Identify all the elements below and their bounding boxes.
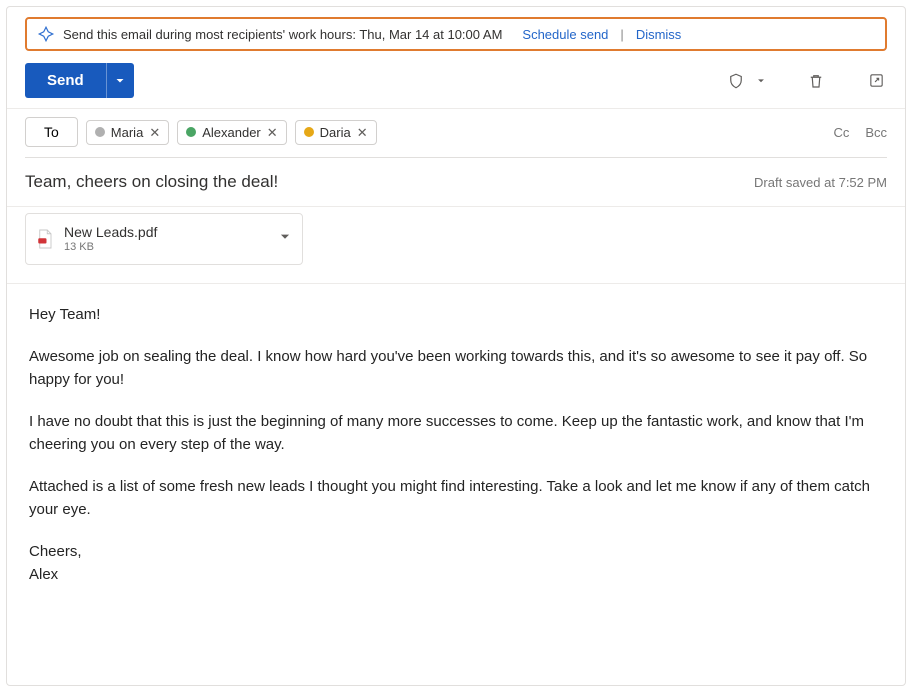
recipient-chip[interactable]: Daria ✕ (295, 120, 377, 145)
send-button[interactable]: Send (25, 63, 106, 98)
banner-text: Send this email during most recipients' … (63, 27, 502, 42)
recipient-name: Daria (320, 125, 351, 140)
bcc-button[interactable]: Bcc (865, 125, 887, 140)
body-greeting: Hey Team! (29, 304, 887, 327)
remove-recipient-icon[interactable]: ✕ (149, 126, 160, 139)
recipient-chip[interactable]: Alexander ✕ (177, 120, 286, 145)
recipient-chip[interactable]: Maria ✕ (86, 120, 169, 145)
remove-recipient-icon[interactable]: ✕ (267, 126, 278, 139)
separator: | (620, 27, 623, 42)
subject-input[interactable]: Team, cheers on closing the deal! (25, 172, 278, 192)
message-body[interactable]: Hey Team! Awesome job on sealing the dea… (7, 284, 905, 685)
schedule-suggestion-banner: Send this email during most recipients' … (25, 17, 887, 51)
send-split-button: Send (25, 63, 134, 98)
body-signoff: Cheers, (29, 541, 887, 564)
shield-icon[interactable] (725, 70, 747, 92)
pdf-file-icon (36, 228, 54, 250)
draft-saved-label: Draft saved at 7:52 PM (754, 175, 887, 190)
attachment-name: New Leads.pdf (64, 224, 157, 241)
schedule-send-link[interactable]: Schedule send (522, 27, 608, 42)
address-row: To Maria ✕ Alexander ✕ Daria ✕ Cc Bcc (7, 109, 905, 147)
body-paragraph: Attached is a list of some fresh new lea… (29, 476, 887, 521)
presence-dot (95, 127, 105, 137)
send-dropdown-button[interactable] (106, 63, 134, 98)
body-paragraph: I have no doubt that this is just the be… (29, 411, 887, 456)
attachment-menu-button[interactable] (278, 230, 292, 247)
recipient-name: Alexander (202, 125, 261, 140)
attachment-size: 13 KB (64, 241, 157, 254)
presence-dot (304, 127, 314, 137)
attachments-area: New Leads.pdf 13 KB (7, 207, 905, 284)
presence-dot (186, 127, 196, 137)
cc-button[interactable]: Cc (833, 125, 849, 140)
trash-icon[interactable] (805, 70, 827, 92)
attachment-chip[interactable]: New Leads.pdf 13 KB (25, 213, 303, 265)
dismiss-link[interactable]: Dismiss (636, 27, 682, 42)
sparkle-icon (37, 25, 55, 43)
subject-row: Team, cheers on closing the deal! Draft … (7, 158, 905, 206)
body-paragraph: Awesome job on sealing the deal. I know … (29, 346, 887, 391)
compose-window: Send this email during most recipients' … (6, 6, 906, 686)
toolbar: Send (7, 59, 905, 108)
recipient-name: Maria (111, 125, 144, 140)
chevron-down-icon[interactable] (755, 70, 767, 92)
to-button[interactable]: To (25, 117, 78, 147)
popout-icon[interactable] (865, 70, 887, 92)
remove-recipient-icon[interactable]: ✕ (357, 126, 368, 139)
body-signature: Alex (29, 564, 887, 587)
